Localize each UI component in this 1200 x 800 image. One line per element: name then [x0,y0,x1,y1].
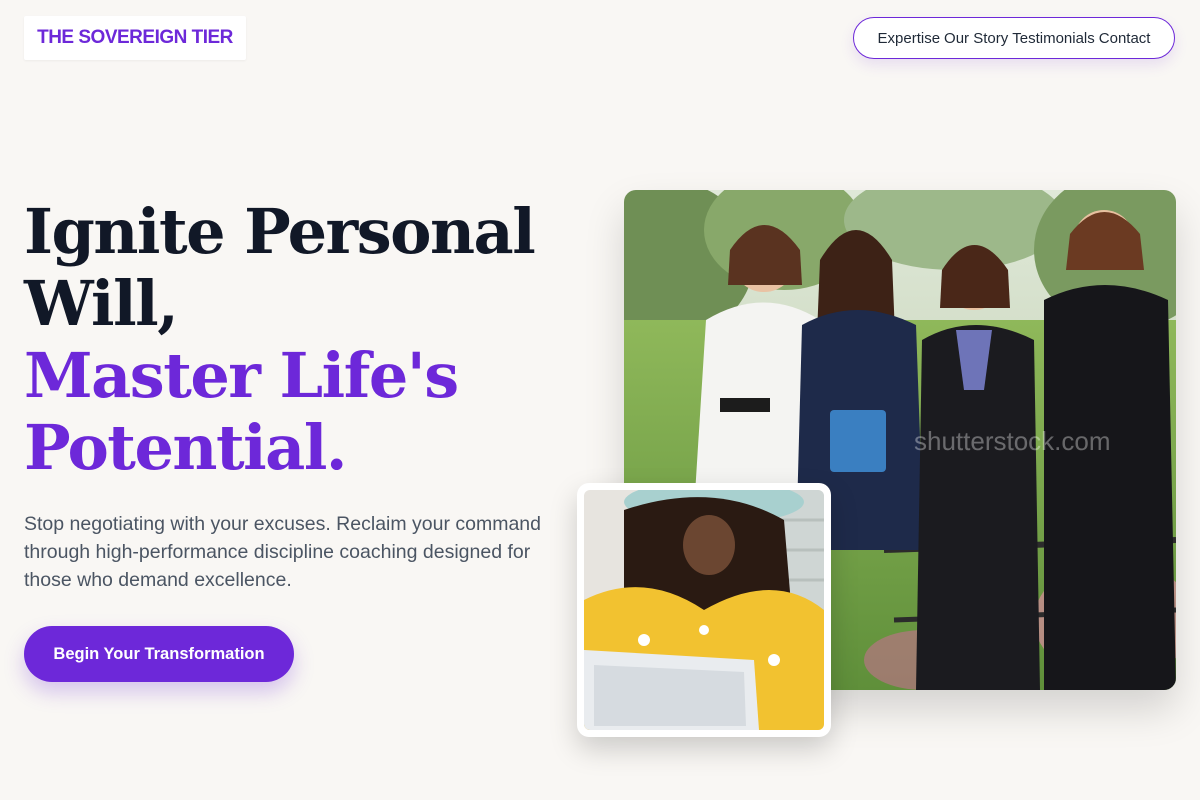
main-nav: Expertise Our Story Testimonials Contact [853,17,1175,59]
headline-line-4: Potential. [24,411,347,484]
nav-link-expertise[interactable]: Expertise [878,30,941,47]
headline-line-1: Ignite Personal [24,195,536,268]
begin-transformation-button[interactable]: Begin Your Transformation [24,626,294,682]
hero-secondary-image [577,483,831,737]
nav-link-testimonials[interactable]: Testimonials [1012,30,1095,47]
nav-link-contact[interactable]: Contact [1099,30,1151,47]
site-logo[interactable]: THE SOVEREIGN TIER [24,16,246,60]
hero-secondary-image-illustration [584,490,824,730]
headline-line-2: Will, [24,267,179,340]
nav-link-our-story[interactable]: Our Story [944,30,1008,47]
hero-headline: Ignite Personal Will, Master Life's Pote… [24,195,536,484]
main-image-watermark: shutterstock.com [914,426,1111,456]
hero-subtext: Stop negotiating with your excuses. Recl… [24,513,541,591]
headline-line-3: Master Life's [24,339,459,412]
logo-text: THE SOVEREIGN TIER [37,27,233,48]
